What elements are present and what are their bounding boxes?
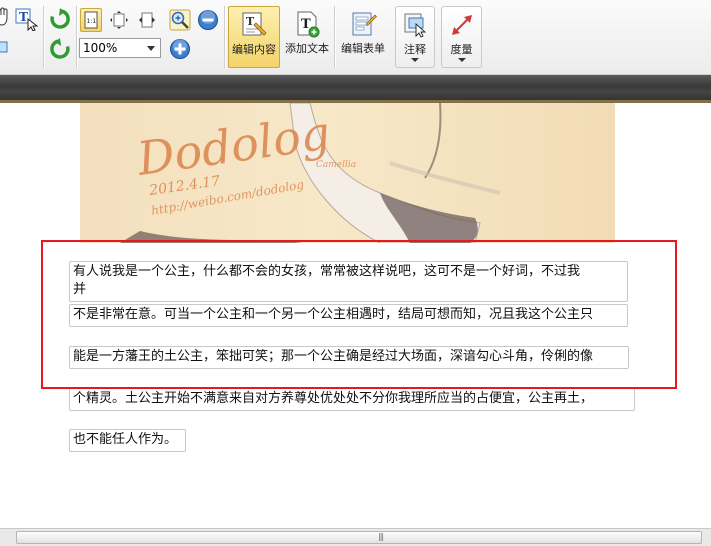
svg-text:T: T — [246, 15, 255, 28]
annotate-icon — [401, 11, 429, 39]
fit-width-icon[interactable] — [136, 8, 158, 32]
document-view: Dodolog 2012.4.17 http://weibo.com/dodol… — [0, 103, 711, 528]
svg-text:T: T — [19, 10, 28, 24]
measure-button[interactable]: 度量 — [441, 6, 482, 68]
measure-icon — [448, 11, 476, 39]
chevron-down-icon — [147, 46, 155, 51]
scrollbar-thumb[interactable] — [16, 531, 702, 544]
chevron-down-icon — [457, 58, 466, 62]
page-illustration: Dodolog 2012.4.17 http://weibo.com/dodol… — [80, 103, 615, 243]
fit-page-icon[interactable] — [108, 8, 130, 32]
measure-label: 度量 — [450, 43, 473, 56]
horizontal-scrollbar[interactable]: ||| — [0, 528, 711, 546]
zoom-out-icon[interactable] — [196, 8, 220, 32]
select-text-icon[interactable]: T — [13, 6, 39, 32]
edit-form-label: 编辑表单 — [341, 42, 385, 55]
text-line: 个精灵。土公主开始不满意来自对方养尊处优处处不分你我理所应当的占便宜，公主再土， — [73, 391, 594, 406]
actual-size-button[interactable]: 1:1 — [80, 8, 102, 32]
toolbar: T 1:1 100% T 编辑内容 T 添加文本 编辑表单 注释 度量 — [0, 0, 711, 75]
hand-tool-icon[interactable] — [0, 6, 12, 28]
tab-strip — [0, 75, 711, 103]
text-block-line-4[interactable]: 个精灵。土公主开始不满意来自对方养尊处优处处不分你我理所应当的占便宜，公主再土， — [69, 388, 635, 411]
illustration-drawing: Dodolog 2012.4.17 http://weibo.com/dodol… — [120, 103, 501, 243]
text-block-line-5[interactable]: 也不能任人作为。 — [69, 429, 186, 452]
annotate-button[interactable]: 注释 — [395, 6, 435, 68]
text-line: 也不能任人作为。 — [73, 432, 178, 447]
zoom-value: 100% — [83, 41, 118, 55]
add-text-icon: T — [293, 10, 321, 38]
zoom-select[interactable]: 100% — [79, 38, 161, 58]
signature-text: Dodolog — [133, 105, 333, 186]
zoom-in-tool-icon[interactable] — [168, 8, 192, 32]
highlight-frame — [41, 240, 677, 389]
zoom-in-icon[interactable] — [168, 37, 192, 61]
edit-form-button[interactable]: 编辑表单 — [337, 6, 389, 68]
chevron-down-icon — [411, 58, 419, 62]
annotate-label: 注释 — [404, 43, 426, 56]
edit-content-button[interactable]: T 编辑内容 — [228, 6, 280, 68]
rotate-clockwise-icon[interactable] — [48, 7, 72, 31]
edit-content-label: 编辑内容 — [232, 43, 276, 56]
scrollbar-grip: ||| — [378, 532, 384, 541]
actual-size-label: 1:1 — [87, 18, 97, 25]
snapshot-icon[interactable] — [0, 38, 10, 56]
edit-content-icon: T — [240, 11, 268, 39]
signature-small-name: Camellia — [316, 160, 356, 170]
edit-form-icon — [349, 10, 377, 38]
rotate-counterclockwise-icon[interactable] — [48, 37, 72, 61]
add-text-button[interactable]: T 添加文本 — [282, 6, 332, 68]
add-text-label: 添加文本 — [285, 42, 329, 55]
